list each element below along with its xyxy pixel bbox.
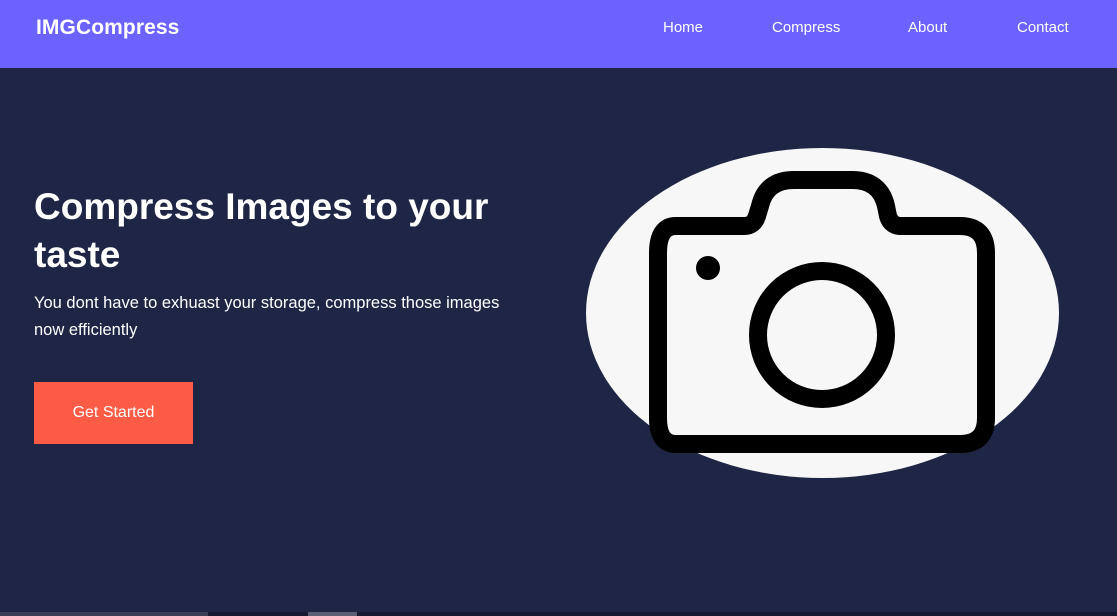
bottom-bar-segment <box>308 612 357 616</box>
camera-lens <box>749 262 895 408</box>
get-started-button[interactable]: Get Started <box>34 382 193 444</box>
navbar: IMGCompress Home Compress About Contact <box>0 0 1117 68</box>
nav-link-about[interactable]: About <box>908 19 947 36</box>
bottom-bar-segment <box>0 612 208 616</box>
camera-flash-dot <box>696 256 720 280</box>
get-started-label: Get Started <box>72 404 155 421</box>
hero-title: Compress Images to your taste <box>34 186 489 275</box>
brand-logo[interactable]: IMGCompress <box>36 16 179 40</box>
camera-icon <box>649 171 995 453</box>
nav-link-home[interactable]: Home <box>663 19 703 36</box>
nav-link-contact[interactable]: Contact <box>1017 19 1069 36</box>
hero-subtitle: You dont have to exhuast your storage, c… <box>34 294 500 339</box>
nav-link-compress[interactable]: Compress <box>772 19 840 36</box>
